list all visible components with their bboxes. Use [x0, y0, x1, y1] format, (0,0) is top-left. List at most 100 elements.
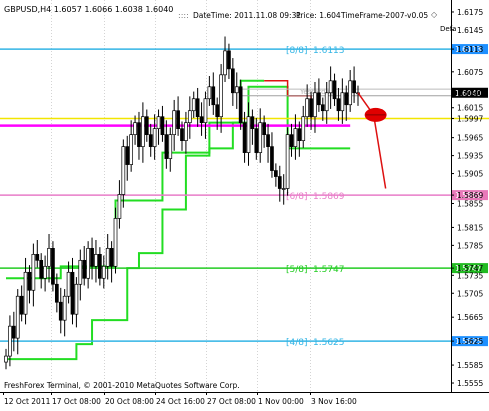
y-tick-label: 1.5997: [457, 114, 483, 123]
candle-body: [47, 248, 51, 267]
candle-body: [242, 122, 247, 153]
default-label: Defa: [440, 25, 456, 33]
candle-body: [164, 134, 169, 159]
candle-body: [289, 134, 294, 147]
x-tick-label: 1 Nov 00:00: [258, 397, 304, 406]
candle-body: [176, 110, 180, 130]
x-tick-label: 12 Oct 2011: [4, 397, 51, 406]
candle-body: [266, 134, 270, 147]
y-tick-label: 1.5705: [457, 289, 483, 298]
murrey-level-label: [5/8]: [286, 265, 308, 275]
candle-body: [270, 146, 274, 171]
candle-body: [98, 254, 102, 279]
candle-body: [54, 283, 59, 303]
candle-body: [281, 188, 286, 190]
candle-body: [184, 122, 188, 141]
candle-body: [324, 92, 329, 112]
murrey-level-label: [6/8]: [286, 192, 308, 202]
candle-body: [172, 110, 177, 136]
candle-body: [43, 265, 47, 279]
candle-body: [144, 116, 149, 136]
murrey-level-value: 1.5747: [313, 265, 345, 275]
x-tick-label: 27 Oct 08:00: [207, 397, 256, 406]
candle-body: [31, 254, 36, 291]
plot-background: [0, 0, 489, 411]
candle-body: [70, 271, 75, 315]
candle-body: [305, 98, 310, 118]
candle-body: [238, 86, 243, 124]
murrey-level-value: 1.6113: [313, 46, 345, 56]
y-tick-label: 1.5965: [457, 134, 483, 143]
x-tick-label: 20 Oct 08:00: [105, 397, 154, 406]
candle-body: [246, 116, 251, 153]
candle-body: [195, 98, 200, 118]
candle-body: [125, 146, 130, 165]
candle-body: [168, 134, 173, 159]
candle-body: [105, 248, 110, 267]
candle-body: [4, 355, 8, 363]
candle-body: [101, 265, 106, 279]
candle-body: [94, 254, 98, 267]
candle-body: [320, 104, 325, 112]
candle-body: [78, 259, 83, 285]
candle-body: [82, 259, 87, 279]
candle-body: [121, 146, 126, 195]
price-chart[interactable]: [8/8] 1.6113 1.6113[6/8] 1.5869 1.5869[5/8] 1…: [0, 0, 489, 411]
info-timeframe: TimeFrame-2007-v0.05: [340, 11, 428, 20]
info-datetime: DateTime: 2011.11.08 09:31: [193, 11, 301, 20]
candle-body: [274, 170, 278, 177]
y-tick-label: 1.6175: [457, 8, 483, 17]
y-tick-label: 1.5815: [457, 223, 483, 232]
candle-body: [86, 248, 90, 279]
candle-body: [234, 86, 239, 94]
candle-body: [207, 86, 212, 100]
diamond-icon[interactable]: ◇: [431, 10, 438, 19]
candle-body: [129, 134, 134, 165]
y-tick-label: 1.6145: [457, 26, 483, 35]
murrey-level-value: 1.5625: [313, 338, 345, 348]
candle-body: [15, 295, 20, 339]
candle-body: [309, 98, 313, 118]
x-tick-label: 24 Oct 16:00: [156, 397, 205, 406]
candle-body: [301, 116, 306, 141]
y-tick-label: 1.5735: [457, 271, 483, 280]
footer-copyright: FreshForex Terminal, © 2001-2010 MetaQuo…: [4, 381, 240, 390]
candle-body: [203, 98, 208, 124]
y-tick-label: 1.6015: [457, 104, 483, 113]
candle-body: [109, 248, 114, 267]
candle-body: [113, 218, 118, 267]
candle-body: [348, 80, 353, 106]
candle-body: [11, 325, 16, 339]
candle-body: [227, 50, 231, 70]
y-tick-label: 1.5585: [457, 361, 483, 370]
candle-body: [285, 134, 290, 189]
info-price: Price: 1.604: [296, 11, 341, 20]
candle-body: [297, 128, 302, 141]
murrey-level-value: 1.5869: [313, 192, 345, 202]
murrey-level-label: [4/8]: [286, 338, 308, 348]
murrey-level-label: [8/8]: [286, 46, 308, 56]
candle-body: [332, 80, 337, 100]
candle-body: [293, 128, 298, 147]
y-tick-label: 1.5625: [457, 337, 483, 346]
candle-body: [313, 92, 317, 118]
x-tick-label: 17 Oct 08:00: [52, 397, 101, 406]
y-tick-label: 1.5785: [457, 241, 483, 250]
candle-body: [62, 295, 67, 321]
candle-body: [211, 86, 216, 106]
candle-body: [66, 271, 71, 297]
candle-body: [317, 92, 321, 106]
y-tick-label: 1.6075: [457, 68, 483, 77]
y-tick-label: 1.6040: [457, 89, 483, 98]
candle-body: [27, 271, 32, 291]
candle-body: [8, 325, 12, 357]
y-tick-label: 1.5855: [457, 199, 483, 208]
candle-body: [137, 122, 141, 147]
y-tick-label: 1.6113: [457, 45, 483, 54]
candle-body: [160, 116, 165, 136]
y-tick-label: 1.5935: [457, 152, 483, 161]
candle-body: [199, 116, 204, 124]
y-tick-label: 1.5665: [457, 313, 483, 322]
info-marker-dots: ::::: [178, 11, 189, 20]
candle-body: [58, 301, 63, 321]
